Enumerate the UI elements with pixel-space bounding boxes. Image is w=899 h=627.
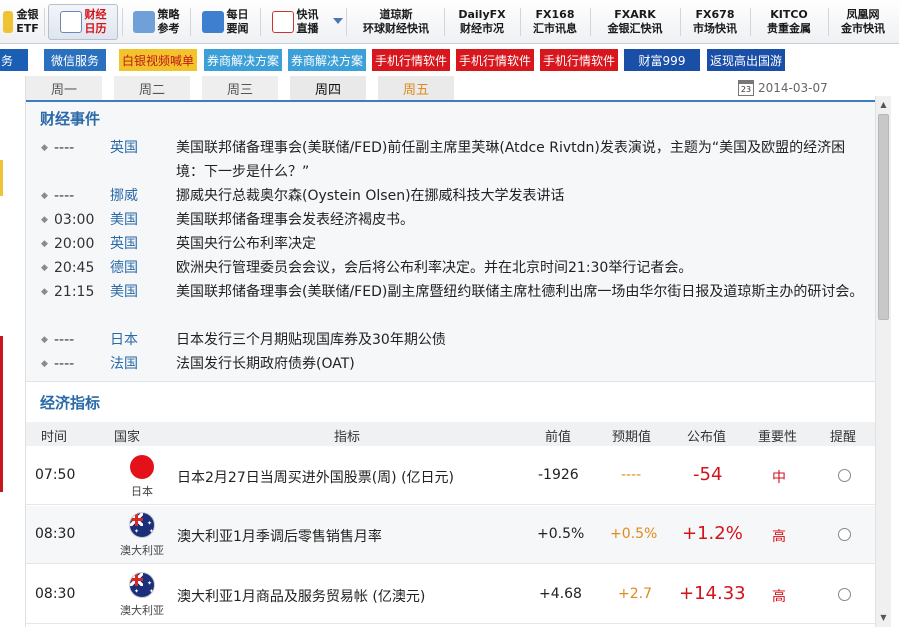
alert-radio[interactable]	[838, 588, 851, 601]
nav-fx168[interactable]: FX168 汇市讯息	[522, 4, 588, 40]
strategy-icon	[132, 11, 155, 33]
indicators-title: 经济指标	[40, 394, 101, 412]
gold-etf-icon	[3, 11, 14, 33]
tag-service[interactable]: 务	[0, 49, 28, 71]
nav-gold-etf[interactable]: 金银 ETF	[0, 4, 42, 40]
chevron-down-icon[interactable]	[333, 18, 343, 24]
nav-fx678[interactable]: FX678 市场快讯	[682, 4, 748, 40]
current-date: 2014-03-07	[758, 81, 828, 95]
tab-friday[interactable]: 周五	[378, 76, 454, 100]
australia-flag-icon: ✦ ✦ ✦	[129, 512, 155, 538]
tab-tuesday[interactable]: 周二	[114, 76, 190, 100]
top-nav: 金银 ETF 财经 日历 策略 参考 每日 要闻 快讯 直播 道琼斯 环球财经快讯 Dail…	[0, 0, 899, 44]
scroll-up-icon[interactable]: ▲	[876, 97, 891, 112]
tag-mobile-app-1[interactable]: 手机行情软件	[372, 49, 450, 71]
promo-tag-bar: 务 微信服务 白银视频喊单 券商解决方案 券商解决方案 手机行情软件 手机行情软…	[0, 46, 899, 74]
alert-radio[interactable]	[838, 469, 851, 482]
tag-fortune999[interactable]: 财富999	[624, 49, 700, 71]
calendar-icon	[59, 11, 82, 33]
bullet-icon: ◆	[41, 359, 48, 369]
nav-finance-calendar[interactable]: 财经 日历	[48, 4, 118, 40]
calendar-icon: 23	[738, 80, 754, 96]
alert-radio[interactable]	[838, 528, 851, 541]
table-row: 07:50 日本 日本2月27日当周买进外国股票(周) (亿日元) -1926 …	[26, 447, 875, 505]
tab-wednesday[interactable]: 周三	[202, 76, 278, 100]
nav-daily-news[interactable]: 每日 要闻	[194, 4, 256, 40]
tab-thursday[interactable]: 周四	[290, 76, 366, 100]
bullet-icon: ◆	[41, 143, 48, 153]
finance-events-section: 财经事件 ◆ ---- 英国 美国联邦储备理事会(美联储/FED)前任副主席里芙…	[26, 102, 875, 382]
nav-kitco[interactable]: KITCO 贵重金属	[752, 4, 826, 40]
japan-flag-icon	[130, 455, 154, 479]
nav-fxark[interactable]: FXARK 金银汇快讯	[592, 4, 678, 40]
tag-silver-video[interactable]: 白银视频喊单	[119, 49, 197, 71]
nav-ifeng[interactable]: 凤凰网 金市快讯	[830, 4, 896, 40]
tab-monday[interactable]: 周一	[26, 76, 102, 100]
tag-cashback-travel[interactable]: 返现高出国游	[707, 49, 785, 71]
vertical-scrollbar[interactable]: ▲ ▼	[875, 96, 891, 627]
bullet-icon: ◆	[41, 191, 48, 201]
australia-flag-icon: ✦ ✦ ✦	[129, 572, 155, 598]
indicator-table-header: 时间 国家 指标 前值 预期值 公布值 重要性 提醒	[26, 422, 875, 446]
tag-mobile-app-2[interactable]: 手机行情软件	[456, 49, 534, 71]
news-icon	[201, 11, 224, 33]
event-row: ◆ ---- 英国 美国联邦储备理事会(美联储/FED)前任副主席里芙琳(Atd…	[26, 136, 875, 184]
events-title: 财经事件	[40, 110, 101, 128]
tag-broker-solution-2[interactable]: 券商解决方案	[288, 49, 366, 71]
indicators-section: 经济指标	[26, 382, 875, 422]
nav-strategy[interactable]: 策略 参考	[126, 4, 186, 40]
date-picker[interactable]: 23 2014-03-07	[738, 78, 828, 98]
bullet-icon: ◆	[41, 263, 48, 273]
nav-live[interactable]: 快讯 直播	[264, 4, 326, 40]
tag-mobile-app-3[interactable]: 手机行情软件	[540, 49, 618, 71]
nav-dailyfx[interactable]: DailyFX 财经市况	[446, 4, 518, 40]
bullet-icon: ◆	[41, 335, 48, 345]
left-side-strip	[0, 76, 26, 627]
nav-dowjones[interactable]: 道琼斯 环球财经快讯	[350, 4, 442, 40]
bullet-icon: ◆	[41, 287, 48, 297]
tag-broker-solution-1[interactable]: 券商解决方案	[204, 49, 282, 71]
weekday-tabs: 周一 周二 周三 周四 周五 23 2014-03-07	[26, 76, 875, 102]
table-row: 08:30 ✦ ✦ ✦ 澳大利亚 澳大利亚1月商品及服务贸易帐 (亿澳元) +4…	[26, 566, 875, 624]
table-row: 08:30 ✦ ✦ ✦ 澳大利亚 澳大利亚1月季调后零售销售月率 +0.5% +…	[26, 506, 875, 564]
scroll-thumb[interactable]	[878, 114, 889, 320]
scroll-down-icon[interactable]: ▼	[876, 610, 891, 625]
bullet-icon: ◆	[41, 239, 48, 249]
live-icon	[271, 11, 294, 33]
tag-wechat-service[interactable]: 微信服务	[44, 49, 106, 71]
event-row: ◆ 21:15 美国 美国联邦储备理事会(美联储/FED)副主席暨纽约联储主席杜…	[26, 280, 875, 328]
app-window: 金银 ETF 财经 日历 策略 参考 每日 要闻 快讯 直播 道琼斯 环球财经快讯 Dail…	[0, 0, 899, 627]
bullet-icon: ◆	[41, 215, 48, 225]
